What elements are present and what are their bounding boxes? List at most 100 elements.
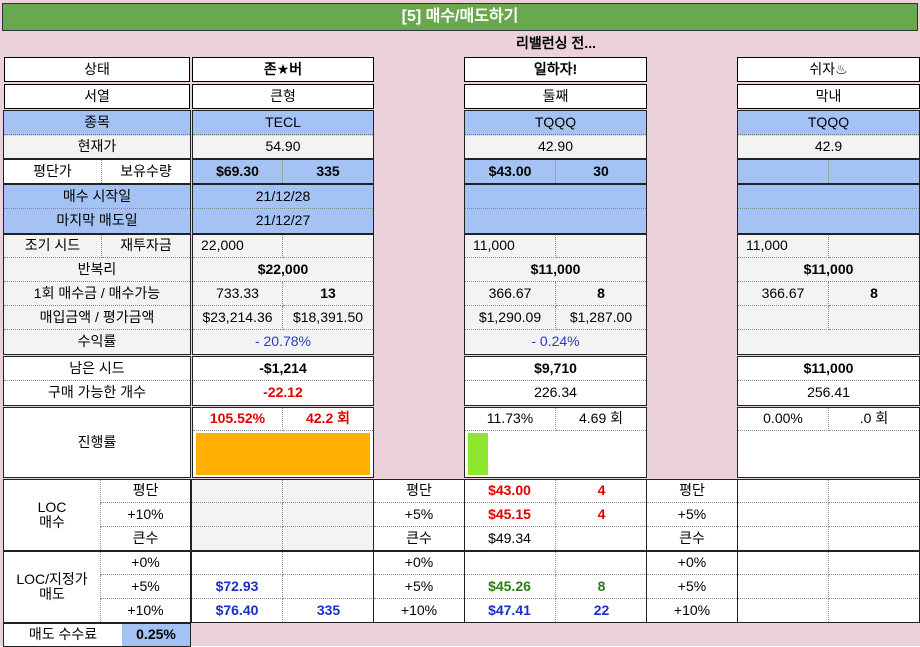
loc-sell-10-label: +10% [100,599,190,622]
account-b-per-buy: 366.67 [465,282,556,306]
account-a-sell0-qty [283,552,374,575]
account-b-progress-count: 4.69 회 [556,408,646,431]
account-b-ticker[interactable]: TQQQ [465,111,646,135]
account-c-progress-track [738,431,919,477]
account-b-loc-avg-price: $43.00 [464,480,556,503]
account-a-loc-avg-price [192,480,283,503]
account-c-buy-start[interactable] [738,185,919,209]
account-c-loc-cell [829,503,920,527]
label-per-buy: 1회 매수금 / 매수가능 [4,282,190,306]
account-b-progress-bar [468,433,488,475]
account-b-loc-avg-qty: 4 [556,480,647,503]
label-return: 수익률 [4,330,190,354]
account-c-loc-cell [737,552,829,575]
account-c-loc-cell [737,599,829,622]
account-b-loc-plus-qty: 4 [556,503,647,527]
account-a-progress-bar [196,433,370,475]
loc-b-row4-label: +0% [374,552,464,575]
account-c-qty[interactable] [829,160,919,183]
account-c-last-sell[interactable] [738,209,919,233]
account-a-remain-seed: -$1,214 [193,357,373,381]
account-b-buyable-count: 226.34 [465,381,646,405]
account-a-loc-big [192,527,283,550]
account-a-progress-track [193,431,373,477]
account-b-sell10-qty: 22 [556,599,647,622]
account-c-eval-amount [829,306,919,330]
account-b-progress-pct: 11.73% [465,408,556,431]
account-c-buyable-count: 256.41 [738,381,919,405]
account-c-loc-cell [829,480,920,503]
loc-b-row1-label: 평단 [374,480,464,503]
account-b-loc-big-blank [556,527,647,550]
label-progress: 진행률 [4,408,190,477]
account-b-last-sell[interactable] [465,209,646,233]
account-c-loc-cell [737,527,829,550]
account-b-sell5-qty: 8 [556,575,647,599]
account-a-reinvest [283,235,373,258]
account-b-remain-seed: $9,710 [465,357,646,381]
loc-sell-0-label: +0% [100,552,190,575]
label-ticker: 종목 [4,111,190,135]
account-b-loc-plus-price: $45.15 [464,503,556,527]
account-b-name: 일하자! [464,57,647,82]
account-c-name: 쉬자♨ [737,57,920,82]
account-b-rank: 둘째 [464,84,647,109]
account-a-buyable-n: 13 [283,282,373,306]
loc-b-row2-label: +5% [374,503,464,527]
account-a-buy-start[interactable]: 21/12/28 [193,185,373,209]
account-b-compound: $11,000 [465,258,646,282]
account-a-seed: 22,000 [193,235,283,258]
account-a-last-sell[interactable]: 21/12/27 [193,209,373,233]
loc-buy-10-label: +10% [100,503,190,527]
label-holding: 보유수량 [102,160,190,183]
account-a-sell10-price: $76.40 [192,599,283,622]
account-b-qty[interactable]: 30 [556,160,646,183]
account-c-ticker[interactable]: TQQQ [738,111,919,135]
label-sell-fee: 매도 수수료 [4,624,122,646]
loc-b-row5-label: +5% [374,575,464,599]
account-c-seed: 11,000 [738,235,829,258]
account-a-ticker[interactable]: TECL [193,111,373,135]
account-b-seed: 11,000 [465,235,556,258]
account-c-loc-cell [829,527,920,550]
rebalance-note: 리밸런싱 전... [192,32,920,56]
label-buyable-count: 구매 가능한 개수 [4,381,190,405]
account-b-eval-amount: $1,287.00 [556,306,646,330]
account-a-loc-plus-price [192,503,283,527]
account-b-progress-track [465,431,646,477]
account-c-loc-cell [829,575,920,599]
account-a-return: - 20.78% [193,330,373,354]
loc-c-row2-label: +5% [647,503,737,527]
loc-c-row3-label: 큰수 [647,527,737,550]
account-b-buyable-n: 8 [556,282,646,306]
account-b-buy-start[interactable] [465,185,646,209]
account-b-loc-big: $49.34 [464,527,556,550]
account-b-return: - 0.24% [465,330,646,354]
label-seed: 조기 시드 [4,235,102,258]
label-buy-start: 매수 시작일 [4,185,190,209]
account-c-loc-cell [829,599,920,622]
account-c-progress-count: .0 회 [829,408,919,431]
account-a-sell0-price [192,552,283,575]
account-b-avg[interactable]: $43.00 [465,160,556,183]
account-a-avg[interactable]: $69.30 [193,160,283,183]
account-b-sell0-price [464,552,556,575]
account-c-avg[interactable] [738,160,829,183]
account-c-rank: 막내 [737,84,920,109]
loc-b-row6-label: +10% [374,599,464,622]
label-rank: 서열 [4,84,190,109]
account-a-loc-avg-qty [283,480,374,503]
account-a-buyable-count: -22.12 [193,381,373,405]
loc-buy-big-label: 큰수 [100,527,190,550]
account-a-rank: 큰형 [192,84,374,109]
sell-fee-value[interactable]: 0.25% [122,624,190,646]
loc-buy-avg-label: 평단 [100,480,190,503]
account-a-sell5-price: $72.93 [192,575,283,599]
account-b-sell10-price: $47.41 [464,599,556,622]
account-b-reinvest [556,235,646,258]
account-c-return [738,330,919,354]
loc-c-row1-label: 평단 [647,480,737,503]
label-reinvest: 재투자금 [102,235,190,258]
loc-c-row4-label: +0% [647,552,737,575]
account-a-qty[interactable]: 335 [283,160,373,183]
